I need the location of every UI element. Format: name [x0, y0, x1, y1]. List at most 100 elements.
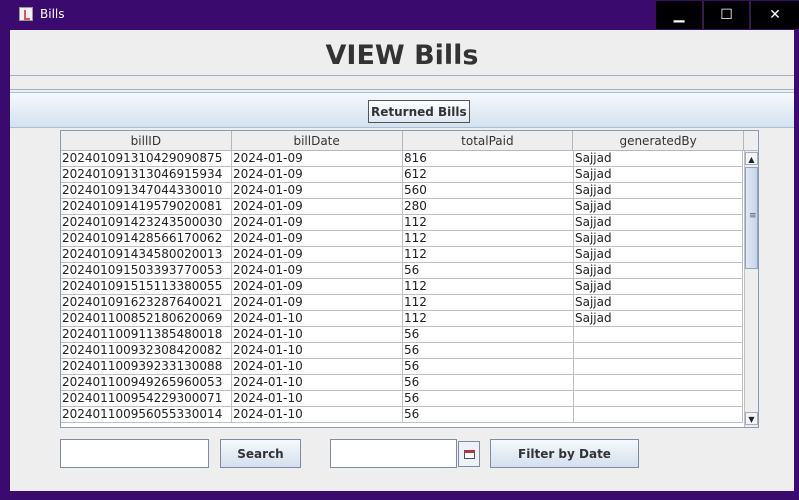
table-cell-billdate: 2024-01-10 — [232, 391, 403, 407]
table-cell-totalpaid: 56 — [403, 391, 574, 407]
main-panel: VIEW Bills Returned Bills billID billDate… — [10, 30, 794, 491]
table-cell-billdate: 2024-01-09 — [232, 151, 403, 167]
table-cell-billid: 202401100954229300071 — [61, 391, 232, 407]
calendar-icon — [464, 450, 475, 459]
page-title: VIEW Bills — [325, 40, 479, 71]
table-cell-billdate: 2024-01-10 — [232, 375, 403, 391]
vertical-scrollbar[interactable]: ▲ ≡ ▼ — [744, 151, 758, 427]
table-cell-billdate: 2024-01-09 — [232, 183, 403, 199]
table-body: 202401091310429090875 2024-01-09 816 Sajjad… — [61, 151, 743, 423]
divider — [10, 75, 794, 76]
table-cell-totalpaid: 112 — [403, 215, 574, 231]
table-row[interactable]: 202401091310429090875 2024-01-09 816 Sajjad — [61, 151, 743, 167]
search-input[interactable] — [60, 439, 209, 468]
table-cell-billid: 202401100956055330014 — [61, 407, 232, 423]
table-cell-billdate: 2024-01-09 — [232, 263, 403, 279]
table-cell-totalpaid: 56 — [403, 263, 574, 279]
returned-bills-button[interactable]: Returned Bills — [368, 100, 470, 123]
table-cell-totalpaid: 56 — [403, 407, 574, 423]
table-cell-generatedby: Sajjad — [574, 263, 743, 279]
calendar-button[interactable] — [458, 441, 480, 467]
table-cell-billdate: 2024-01-09 — [232, 231, 403, 247]
table-cell-totalpaid: 112 — [403, 279, 574, 295]
table-header: billID billDate totalPaid generatedBy — [61, 131, 758, 151]
column-header-billdate[interactable]: billDate — [232, 131, 403, 151]
column-header-totalpaid[interactable]: totalPaid — [403, 131, 574, 151]
bills-table[interactable]: billID billDate totalPaid generatedBy 20240… — [60, 130, 759, 428]
table-cell-generatedby: Sajjad — [574, 311, 743, 327]
table-cell-billdate: 2024-01-10 — [232, 311, 403, 327]
title-bar: Bills ▁ ☐ ✕ — [0, 0, 799, 29]
table-row[interactable]: 202401091623287640021 2024-01-09 112 Sajjad — [61, 295, 743, 311]
scroll-down-icon[interactable]: ▼ — [745, 412, 758, 425]
table-cell-billdate: 2024-01-09 — [232, 279, 403, 295]
table-cell-billdate: 2024-01-09 — [232, 199, 403, 215]
scroll-up-icon[interactable]: ▲ — [745, 152, 758, 165]
toolbar: Returned Bills — [10, 92, 794, 128]
table-cell-totalpaid: 112 — [403, 295, 574, 311]
table-cell-generatedby: Sajjad — [574, 247, 743, 263]
table-cell-billid: 202401091623287640021 — [61, 295, 232, 311]
grip-icon: ≡ — [749, 211, 757, 221]
table-cell-billdate: 2024-01-09 — [232, 167, 403, 183]
search-button[interactable]: Search — [220, 439, 301, 468]
table-row[interactable]: 202401100932308420082 2024-01-10 56 — [61, 343, 743, 359]
table-row[interactable]: 202401100954229300071 2024-01-10 56 — [61, 391, 743, 407]
minimize-button[interactable]: ▁ — [656, 1, 702, 29]
table-row[interactable]: 202401091423243500030 2024-01-09 112 Sajjad — [61, 215, 743, 231]
table-row[interactable]: 202401091419579020081 2024-01-09 280 Sajjad — [61, 199, 743, 215]
table-cell-generatedby: Sajjad — [574, 167, 743, 183]
table-cell-generatedby: Sajjad — [574, 279, 743, 295]
table-cell-generatedby: Sajjad — [574, 215, 743, 231]
close-button[interactable]: ✕ — [750, 1, 799, 29]
table-row[interactable]: 202401091428566170062 2024-01-09 112 Sajjad — [61, 231, 743, 247]
column-header-billid[interactable]: billID — [61, 131, 232, 151]
table-cell-generatedby: Sajjad — [574, 295, 743, 311]
table-cell-billdate: 2024-01-09 — [232, 247, 403, 263]
table-cell-totalpaid: 560 — [403, 183, 574, 199]
table-row[interactable]: 202401091434580020013 2024-01-09 112 Sajjad — [61, 247, 743, 263]
table-cell-generatedby — [574, 407, 743, 423]
java-app-icon — [19, 7, 33, 21]
table-cell-billid: 202401091503393770053 — [61, 263, 232, 279]
table-row[interactable]: 202401091503393770053 2024-01-09 56 Sajjad — [61, 263, 743, 279]
window-title: Bills — [40, 7, 65, 21]
table-row[interactable]: 202401091313046915934 2024-01-09 612 Sajjad — [61, 167, 743, 183]
table-cell-generatedby — [574, 359, 743, 375]
table-row[interactable]: 202401100911385480018 2024-01-10 56 — [61, 327, 743, 343]
table-cell-billdate: 2024-01-09 — [232, 295, 403, 311]
table-cell-billid: 202401100911385480018 — [61, 327, 232, 343]
table-cell-generatedby — [574, 343, 743, 359]
table-cell-billdate: 2024-01-10 — [232, 343, 403, 359]
table-cell-billid: 202401100852180620069 — [61, 311, 232, 327]
table-cell-generatedby: Sajjad — [574, 231, 743, 247]
filter-by-date-button[interactable]: Filter by Date — [490, 439, 639, 468]
table-cell-billid: 202401091434580020013 — [61, 247, 232, 263]
table-cell-generatedby — [574, 391, 743, 407]
table-row[interactable]: 202401100949265960053 2024-01-10 56 — [61, 375, 743, 391]
maximize-button[interactable]: ☐ — [703, 1, 749, 29]
column-header-generatedby[interactable]: generatedBy — [573, 131, 744, 151]
table-cell-generatedby: Sajjad — [574, 199, 743, 215]
table-cell-billid: 202401091313046915934 — [61, 167, 232, 183]
table-row[interactable]: 202401091515113380055 2024-01-09 112 Sajjad — [61, 279, 743, 295]
table-cell-totalpaid: 816 — [403, 151, 574, 167]
table-cell-generatedby: Sajjad — [574, 183, 743, 199]
table-cell-totalpaid: 56 — [403, 375, 574, 391]
table-cell-billid: 202401100949265960053 — [61, 375, 232, 391]
table-row[interactable]: 202401100852180620069 2024-01-10 112 Sajjad — [61, 311, 743, 327]
table-cell-billid: 202401091419579020081 — [61, 199, 232, 215]
table-row[interactable]: 202401100956055330014 2024-01-10 56 — [61, 407, 743, 423]
table-cell-generatedby: Sajjad — [574, 151, 743, 167]
scroll-thumb[interactable]: ≡ — [745, 167, 758, 269]
table-cell-totalpaid: 612 — [403, 167, 574, 183]
date-field[interactable] — [330, 439, 457, 468]
table-cell-totalpaid: 112 — [403, 231, 574, 247]
table-cell-billdate: 2024-01-10 — [232, 327, 403, 343]
table-cell-totalpaid: 56 — [403, 343, 574, 359]
table-row[interactable]: 202401100939233130088 2024-01-10 56 — [61, 359, 743, 375]
table-row[interactable]: 202401091347044330010 2024-01-09 560 Sajjad — [61, 183, 743, 199]
table-cell-billid: 202401100939233130088 — [61, 359, 232, 375]
table-cell-billid: 202401091347044330010 — [61, 183, 232, 199]
header-corner — [744, 131, 758, 151]
